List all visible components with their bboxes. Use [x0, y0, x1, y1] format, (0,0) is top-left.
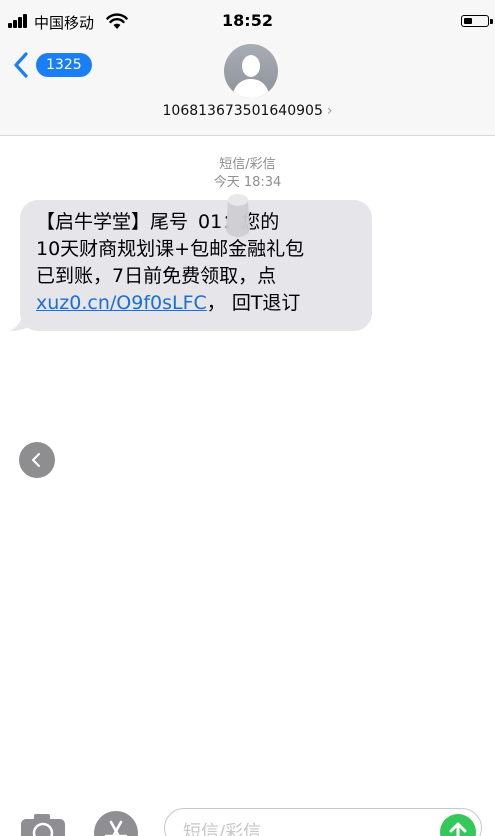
message-line-2: 10天财商规划课+包邮金融礼包 [36, 238, 305, 260]
message-line-1-a: 【启牛学堂】尾号 [36, 211, 189, 233]
app-store-button[interactable] [93, 810, 139, 836]
message-line-3: 已到账，7日前免费领取，点 [36, 265, 277, 287]
chevron-left-icon [14, 52, 28, 78]
camera-icon [21, 814, 65, 836]
status-time: 18:52 [222, 11, 273, 30]
camera-button[interactable] [20, 813, 66, 836]
floating-back-button[interactable] [19, 442, 55, 478]
status-bar: 中国移动 18:52 [0, 0, 495, 40]
app-store-icon [94, 811, 138, 836]
message-type-label: 短信/彩信 [219, 157, 276, 172]
contact-details-button[interactable]: 106813673501640905 › [0, 103, 495, 119]
message-bubble: 【启牛学堂】尾号01：您的 10天财商规划课+包邮金融礼包 已到账，7日前免费领… [20, 200, 372, 331]
unread-count-badge: 1325 [36, 53, 92, 77]
message-line-1: 【启牛学堂】尾号01：您的 [36, 209, 360, 236]
touch-indicator-icon [226, 194, 250, 237]
person-silhouette-icon [232, 55, 270, 98]
chevron-right-icon: › [326, 103, 333, 119]
chevron-left-icon [32, 453, 40, 467]
battery-icon [461, 15, 489, 27]
send-button[interactable] [440, 814, 476, 836]
back-button[interactable]: 1325 [12, 50, 92, 80]
message-link[interactable]: xuz0.cn/O9f0sLFC [36, 292, 207, 314]
contact-number: 106813673501640905 [162, 103, 323, 119]
message-line-4-rest: ， 回T退订 [206, 292, 301, 314]
contact-avatar[interactable] [224, 44, 278, 98]
battery-tip [490, 19, 493, 24]
messages-screen: 中国移动 18:52 1325 106813673501640905 › 短信/… [0, 0, 495, 836]
arrow-up-icon [449, 822, 467, 836]
message-input[interactable]: 短信/彩信 [164, 808, 482, 836]
battery-level [464, 18, 472, 24]
message-input-placeholder: 短信/彩信 [183, 822, 262, 836]
conversation-header: 1325 106813673501640905 › [0, 40, 495, 136]
incoming-message[interactable]: 【启牛学堂】尾号01：您的 10天财商规划课+包邮金融礼包 已到账，7日前免费领… [10, 200, 372, 331]
message-line-4: xuz0.cn/O9f0sLFC， 回T退订 [36, 290, 360, 317]
